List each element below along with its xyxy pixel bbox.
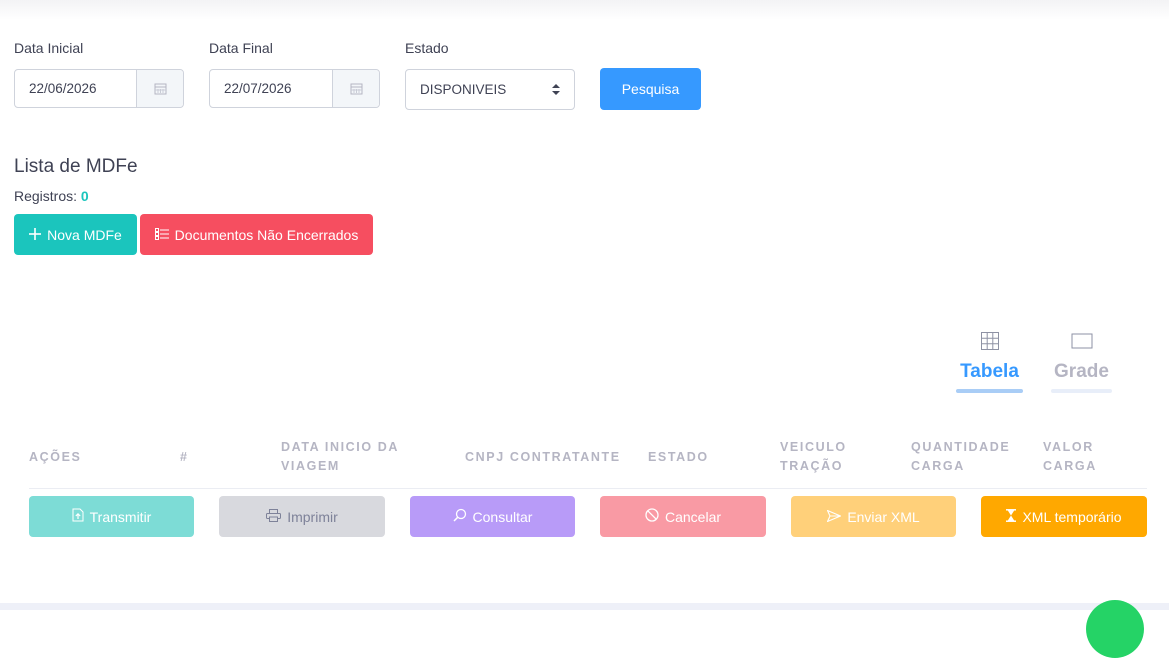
new-mdfe-label: Nova MDFe xyxy=(47,226,122,243)
printer-icon xyxy=(266,508,282,525)
data-final-label: Data Final xyxy=(209,40,273,56)
estado-select[interactable]: DISPONIVEIS xyxy=(405,69,575,110)
cancelar-button[interactable]: Cancelar xyxy=(600,496,766,537)
open-documents-button[interactable]: Documentos Não Encerrados xyxy=(140,214,373,255)
tab-tabela[interactable]: Tabela xyxy=(956,332,1023,393)
search-icon xyxy=(453,508,467,525)
estado-label: Estado xyxy=(405,40,449,56)
ban-icon xyxy=(645,508,659,525)
consultar-label: Consultar xyxy=(472,508,533,525)
hourglass-icon xyxy=(1006,508,1017,525)
estado-select-value: DISPONIVEIS xyxy=(420,82,507,97)
grid-icon xyxy=(980,332,999,355)
header-estado: ESTADO xyxy=(648,450,709,464)
search-button[interactable]: Pesquisa xyxy=(600,68,701,110)
bottom-bar xyxy=(0,603,1169,610)
tab-tabela-underline xyxy=(956,389,1023,393)
imprimir-button[interactable]: Imprimir xyxy=(219,496,385,537)
calendar-icon[interactable] xyxy=(333,70,379,107)
select-arrows-icon xyxy=(552,83,560,99)
transmitir-label: Transmitir xyxy=(89,508,152,525)
header-data-inicio: DATA INICIO DA VIAGEM xyxy=(281,440,399,473)
data-inicial-label: Data Inicial xyxy=(14,40,84,56)
tab-tabela-label: Tabela xyxy=(960,361,1019,382)
new-mdfe-button[interactable]: Nova MDFe xyxy=(14,214,137,255)
registros-count: 0 xyxy=(80,188,89,204)
plus-icon xyxy=(29,227,42,243)
xml-temporario-button[interactable]: XML temporário xyxy=(981,496,1147,537)
transmitir-button[interactable]: Transmitir xyxy=(29,496,194,537)
cancelar-label: Cancelar xyxy=(664,508,722,525)
registros-line: Registros: 0 xyxy=(14,188,89,204)
data-inicial-value[interactable]: 22/06/2026 xyxy=(15,70,137,107)
registros-label: Registros: xyxy=(14,188,78,204)
send-icon xyxy=(826,508,843,525)
calendar-icon[interactable] xyxy=(137,70,183,107)
imprimir-label: Imprimir xyxy=(287,508,338,525)
list-icon xyxy=(154,227,169,243)
header-cnpj-contratante: CNPJ CONTRATANTE xyxy=(465,450,621,464)
search-button-label: Pesquisa xyxy=(621,81,680,97)
header-quantidade-carga: QUANTIDADE CARGA xyxy=(911,440,1011,473)
consultar-button[interactable]: Consultar xyxy=(410,496,575,537)
upload-file-icon xyxy=(72,508,84,525)
tab-grade-underline xyxy=(1051,389,1112,393)
page-title: Lista de MDFe xyxy=(14,156,138,177)
header-valor-carga: VALOR CARGA xyxy=(1043,440,1097,473)
xml-temporario-label: XML temporário xyxy=(1022,508,1122,525)
whatsapp-chat-button[interactable] xyxy=(1086,600,1144,658)
tab-grade[interactable]: Grade xyxy=(1051,332,1112,393)
table-header-divider xyxy=(29,488,1147,489)
header-number: # xyxy=(180,450,189,464)
enviar-xml-label: Enviar XML xyxy=(847,508,920,525)
data-final-value[interactable]: 22/07/2026 xyxy=(210,70,333,107)
enviar-xml-button[interactable]: Enviar XML xyxy=(791,496,956,537)
header-acoes: AÇÕES xyxy=(29,450,82,464)
top-shadow xyxy=(0,0,1169,20)
tab-grade-label: Grade xyxy=(1054,361,1109,382)
open-documents-label: Documentos Não Encerrados xyxy=(174,226,359,243)
data-final-field[interactable]: 22/07/2026 xyxy=(209,69,380,108)
header-veiculo-tracao: VEICULO TRAÇÃO xyxy=(780,440,847,473)
data-inicial-field[interactable]: 22/06/2026 xyxy=(14,69,184,108)
card-icon xyxy=(1071,332,1093,355)
